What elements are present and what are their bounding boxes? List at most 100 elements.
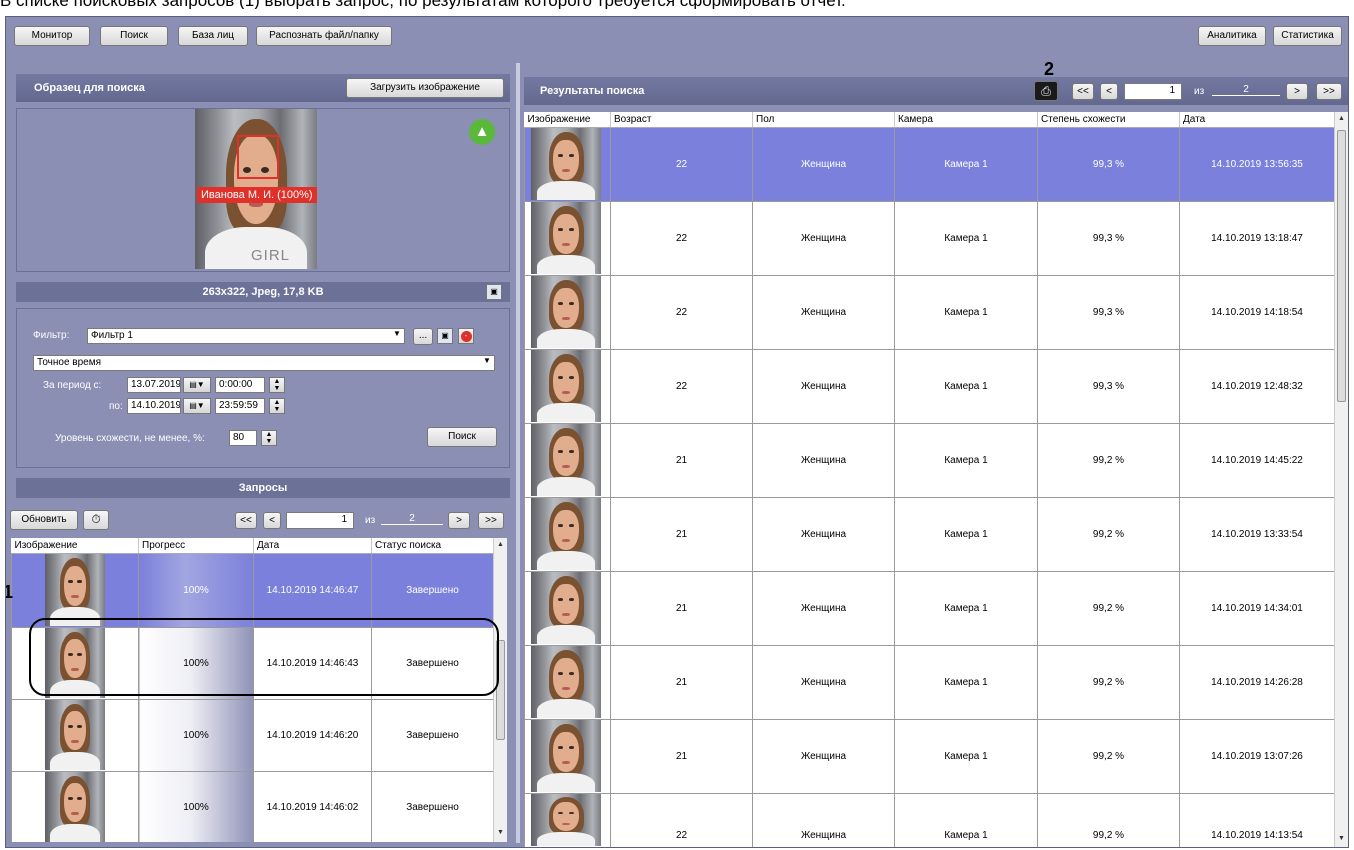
filter-search-button[interactable]: Поиск (427, 427, 497, 447)
refresh-button[interactable]: Обновить (10, 510, 78, 530)
pager-page-field[interactable]: 1 (286, 512, 354, 529)
annotation-2: 2 (1044, 59, 1055, 79)
result-row[interactable]: 22 Женщина Камера 1 99,3 % 14.10.2019 12… (524, 348, 1349, 424)
request-row[interactable]: 100% 14.10.2019 14:46:02 Завершено (11, 770, 508, 842)
search-button[interactable]: Поиск (100, 26, 168, 46)
results-pager-first[interactable]: << (1072, 83, 1094, 100)
results-page-field[interactable]: 1 (1124, 83, 1182, 100)
result-row[interactable]: 22 Женщина Камера 1 99,3 % 14.10.2019 14… (524, 274, 1349, 350)
result-similarity: 99,3 % (1037, 126, 1180, 202)
scroll-down-icon[interactable]: ▼ (1335, 832, 1348, 846)
requests-title: Запросы (238, 482, 288, 494)
result-gender: Женщина (752, 496, 895, 572)
analytics-button[interactable]: Аналитика (1198, 26, 1266, 46)
calendar-icon[interactable]: ▤▼ (183, 377, 211, 393)
col-image[interactable]: Изображение (524, 112, 611, 128)
result-age: 21 (610, 644, 753, 720)
date-to-field[interactable]: 14.10.2019 (127, 398, 181, 414)
result-row[interactable]: 22 Женщина Камера 1 99,3 % 14.10.2019 13… (524, 126, 1348, 202)
printer-icon[interactable]: ⎙ (1034, 81, 1058, 101)
result-camera: Камера 1 (894, 792, 1038, 847)
col-similarity[interactable]: Степень схожести (1037, 112, 1180, 128)
col-date[interactable]: Дата (1179, 112, 1335, 128)
result-row[interactable]: 21 Женщина Камера 1 99,2 % 14.10.2019 13… (524, 718, 1349, 794)
result-row[interactable]: 22 Женщина Камера 1 99,3 % 14.10.2019 13… (524, 200, 1349, 276)
request-row[interactable]: 100% 14.10.2019 14:46:20 Завершено (11, 698, 508, 772)
face-detect-box (237, 135, 279, 179)
col-date[interactable]: Дата (253, 538, 372, 554)
date-from-field[interactable]: 13.07.2019 (127, 377, 181, 393)
result-age: 21 (610, 718, 753, 794)
request-thumbnail (45, 700, 105, 770)
minus-circle-icon[interactable]: - (458, 328, 474, 344)
request-progress: 100% (138, 698, 254, 772)
request-progress: 100% (138, 770, 254, 842)
calendar-icon[interactable]: ▤▼ (183, 398, 211, 414)
result-age: 21 (610, 496, 753, 572)
spin-updown-icon[interactable]: ▲ ▼ (261, 430, 277, 446)
result-date: 14.10.2019 13:07:26 (1179, 718, 1335, 794)
col-progress[interactable]: Прогресс (138, 538, 254, 554)
similarity-field[interactable]: 80 (229, 430, 257, 446)
col-age[interactable]: Возраст (610, 112, 753, 128)
results-pager-next[interactable]: > (1286, 83, 1308, 100)
spin-updown-icon[interactable]: ▲ ▼ (269, 398, 285, 414)
result-date: 14.10.2019 14:26:28 (1179, 644, 1335, 720)
col-gender[interactable]: Пол (752, 112, 895, 128)
requests-header: Запросы (16, 478, 510, 498)
pager-first-button[interactable]: << (235, 512, 257, 529)
results-scrollbar[interactable]: ▲ ▼ (1334, 112, 1348, 847)
results-pager-prev[interactable]: < (1100, 83, 1118, 100)
pager-of-label: из (365, 515, 376, 526)
col-image[interactable]: Изображение (11, 538, 139, 554)
scroll-up-icon[interactable]: ▲ (494, 538, 507, 552)
left-panel: Образец для поиска Загрузить изображение… (10, 72, 510, 842)
similarity-label: Уровень схожести, не менее, %: (55, 433, 205, 444)
recognize-file-button[interactable]: Распознать файл/папку (256, 26, 392, 46)
time-mode-select[interactable]: Точное время (33, 355, 495, 371)
result-age: 21 (610, 570, 753, 646)
load-image-button[interactable]: Загрузить изображение (346, 78, 504, 98)
monitor-button[interactable]: Монитор (14, 26, 90, 46)
result-camera: Камера 1 (894, 126, 1038, 202)
result-camera: Камера 1 (894, 274, 1038, 350)
result-age: 22 (610, 126, 753, 202)
result-similarity: 99,2 % (1037, 570, 1180, 646)
scroll-up-icon[interactable]: ▲ (1335, 112, 1348, 126)
filter-edit-button[interactable]: ... (413, 328, 433, 345)
result-row[interactable]: 21 Женщина Камера 1 99,2 % 14.10.2019 13… (524, 496, 1349, 572)
result-row[interactable]: 21 Женщина Камера 1 99,2 % 14.10.2019 14… (524, 570, 1349, 646)
image-info-bar: 263x322, Jpeg, 17,8 KB (16, 282, 510, 302)
shirt-text: GIRL (251, 247, 291, 264)
request-date: 14.10.2019 14:46:47 (253, 552, 372, 628)
result-row[interactable]: 21 Женщина Камера 1 99,2 % 14.10.2019 14… (524, 644, 1349, 720)
stopwatch-icon[interactable]: ⏱ (83, 510, 109, 530)
facebase-button[interactable]: База лиц (178, 26, 248, 46)
result-similarity: 99,3 % (1037, 274, 1180, 350)
time-from-field[interactable]: 0:00:00 (215, 377, 265, 393)
panel-splitter[interactable] (516, 63, 520, 843)
col-camera[interactable]: Камера (894, 112, 1038, 128)
scroll-thumb[interactable] (1337, 130, 1346, 402)
pager-prev-button[interactable]: < (263, 512, 281, 529)
spin-updown-icon[interactable]: ▲ ▼ (269, 377, 285, 393)
pager-next-button[interactable]: > (448, 512, 470, 529)
result-thumbnail (531, 424, 601, 496)
request-row[interactable]: 100% 14.10.2019 14:46:47 Завершено (11, 552, 507, 628)
statistics-button[interactable]: Статистика (1273, 26, 1342, 46)
pager-last-button[interactable]: >> (478, 512, 504, 529)
result-row[interactable]: 21 Женщина Камера 1 99,2 % 14.10.2019 14… (524, 422, 1349, 498)
results-pager-last[interactable]: >> (1316, 83, 1342, 100)
filter-select[interactable]: Фильтр 1 (87, 328, 405, 344)
result-row[interactable]: 22 Женщина Камера 1 99,2 % 14.10.2019 14… (524, 792, 1349, 847)
floppy-icon[interactable]: ▣ (437, 328, 453, 344)
result-thumbnail (531, 720, 601, 792)
col-status[interactable]: Статус поиска (371, 538, 494, 554)
result-date: 14.10.2019 12:48:32 (1179, 348, 1335, 424)
floppy-icon[interactable]: ▣ (486, 284, 502, 300)
result-date: 14.10.2019 14:34:01 (1179, 570, 1335, 646)
scroll-down-icon[interactable]: ▼ (494, 826, 507, 840)
result-gender: Женщина (752, 792, 895, 847)
result-date: 14.10.2019 14:45:22 (1179, 422, 1335, 498)
time-to-field[interactable]: 23:59:59 (215, 398, 265, 414)
